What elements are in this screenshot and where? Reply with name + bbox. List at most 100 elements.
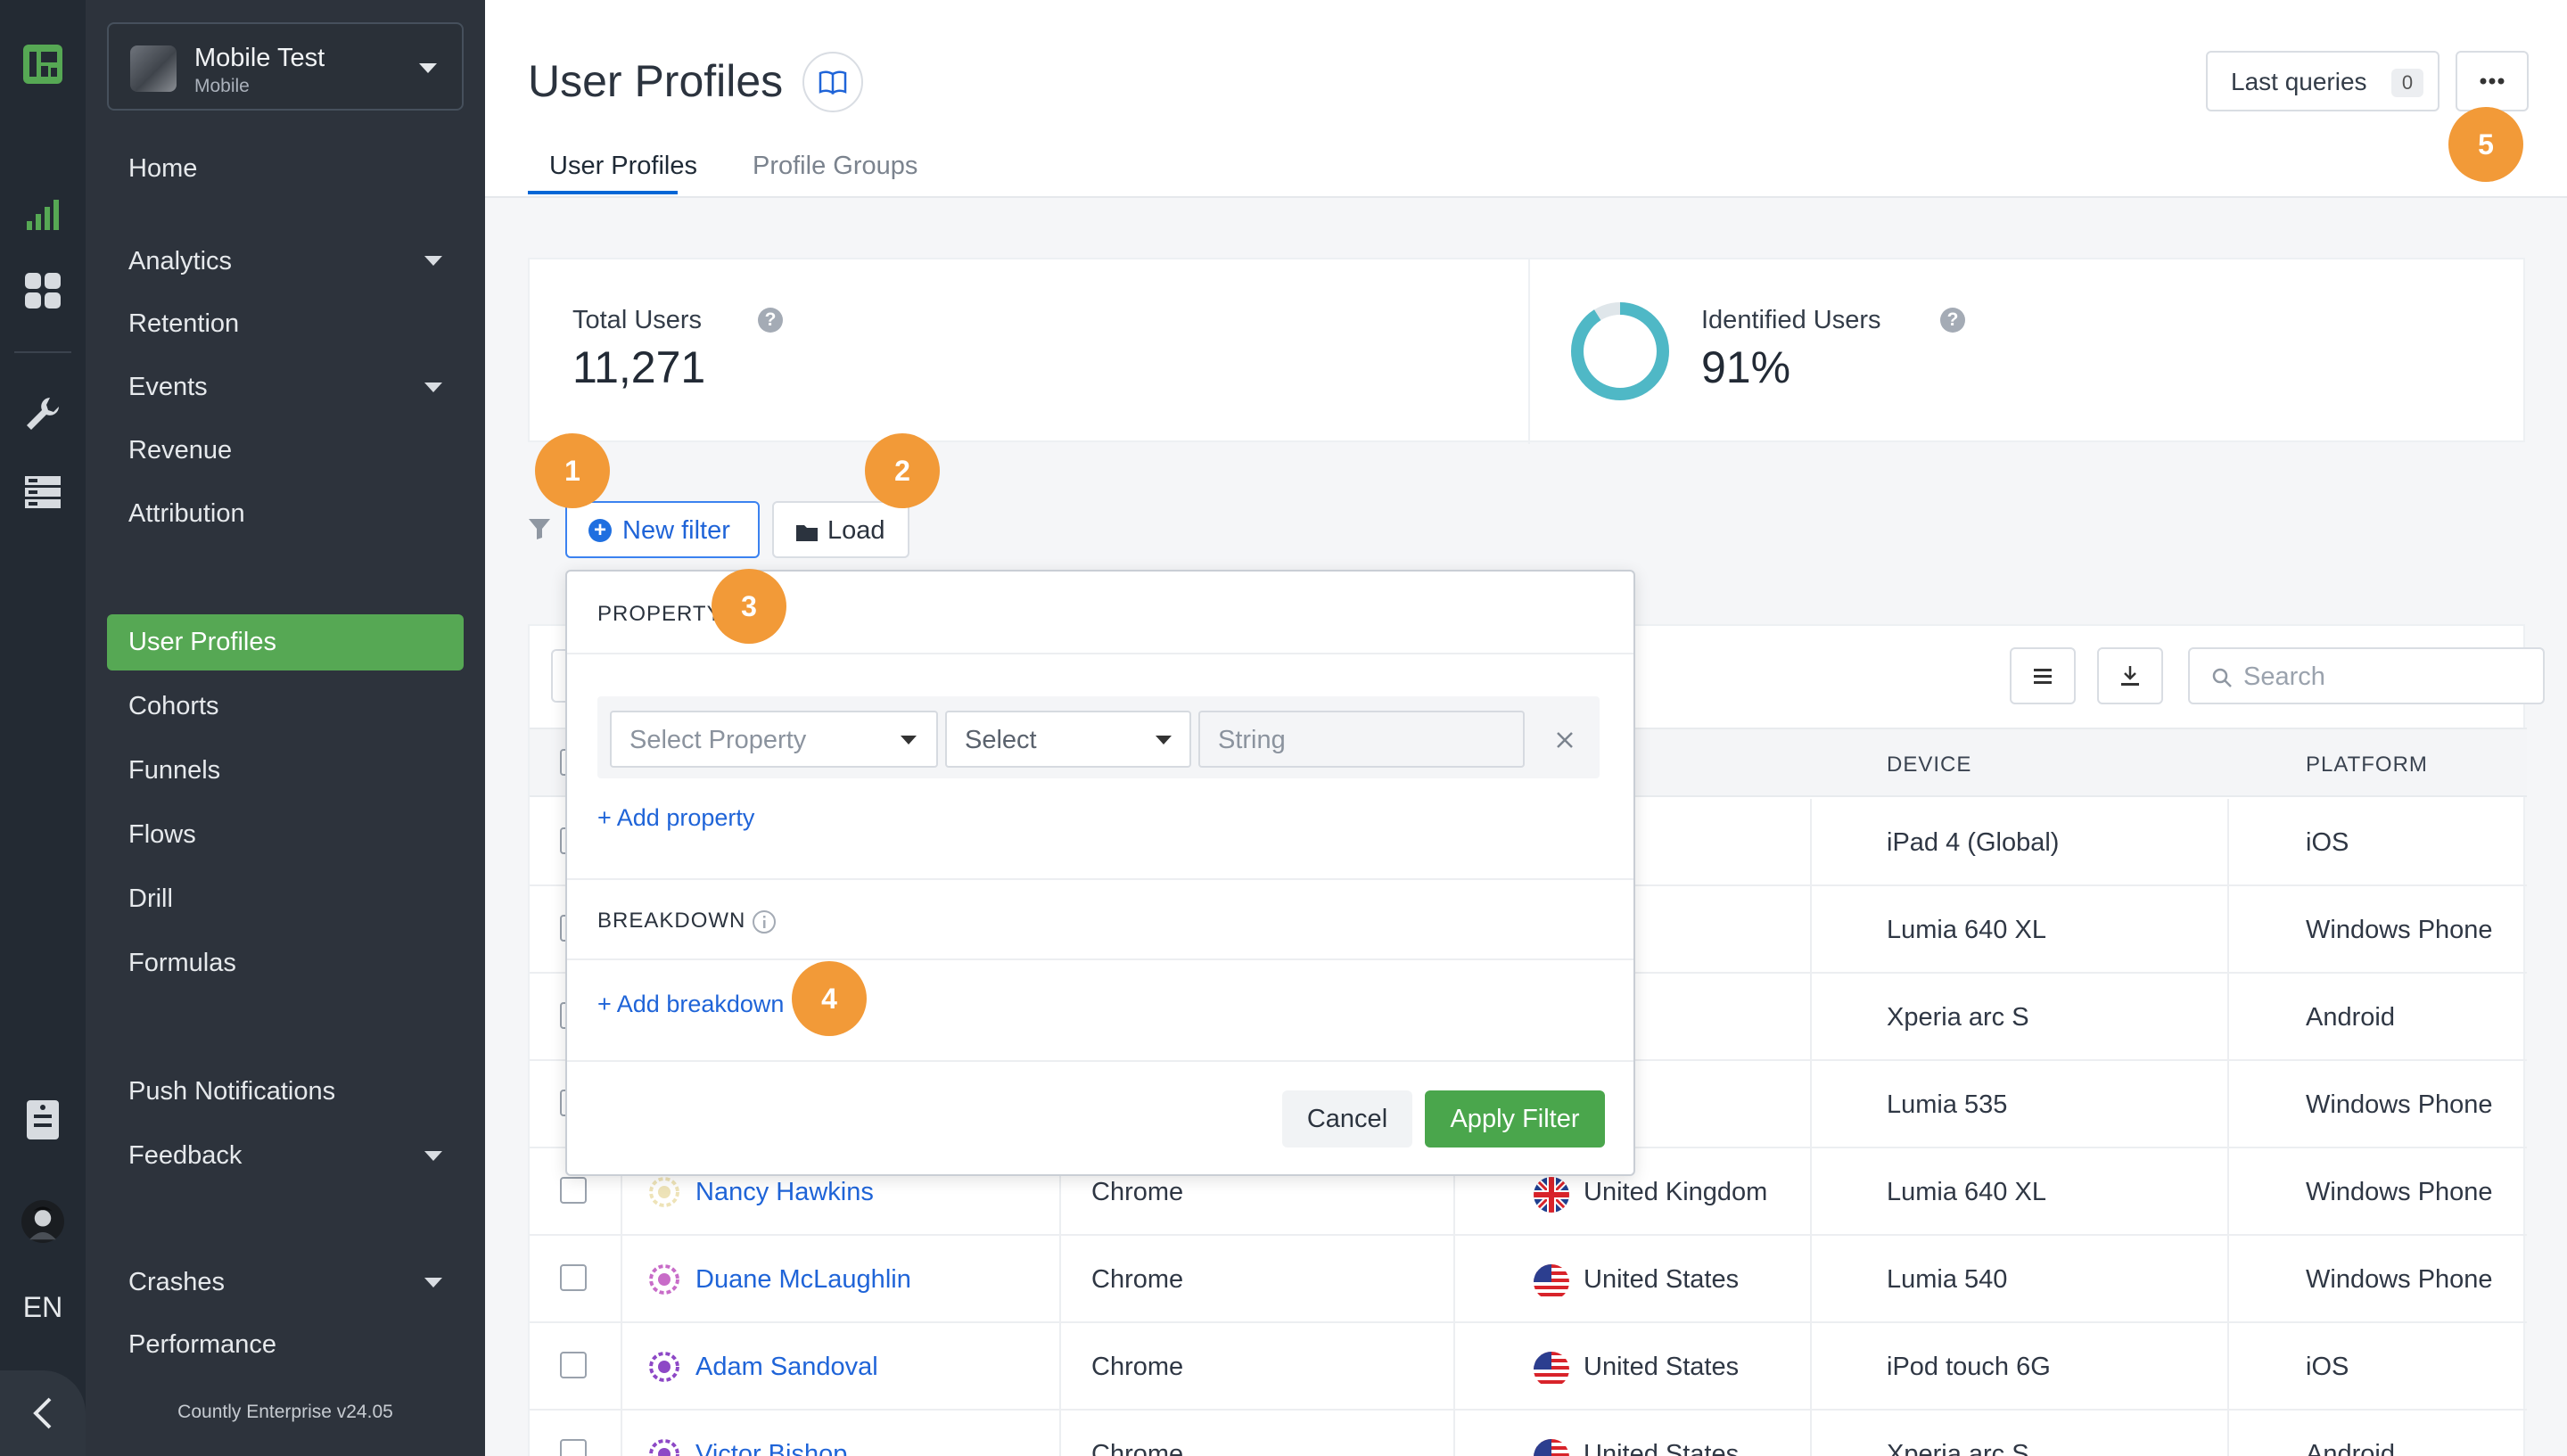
us-flag-icon	[1534, 1264, 1569, 1300]
data-manager-icon[interactable]	[21, 471, 64, 514]
column-separator	[621, 1323, 622, 1411]
countly-logo-icon[interactable]	[21, 43, 64, 86]
collapse-sidebar-button[interactable]	[0, 1370, 86, 1456]
add-property-link[interactable]: + Add property	[597, 804, 754, 832]
column-separator	[1810, 974, 1812, 1061]
info-icon[interactable]	[751, 909, 778, 935]
export-button[interactable]	[2097, 647, 2163, 704]
new-filter-button[interactable]: + New filter	[565, 501, 760, 558]
search-box[interactable]	[2188, 647, 2545, 704]
widgets-grid-icon[interactable]	[21, 269, 64, 312]
help-icon[interactable]: ?	[758, 308, 783, 333]
divider	[567, 1060, 1633, 1062]
sidebar-item-user-profiles[interactable]: User Profiles	[128, 628, 276, 657]
column-separator	[2227, 974, 2229, 1061]
sidebar-item-events[interactable]: Events	[128, 373, 208, 402]
sidebar-item-feedback[interactable]: Feedback	[128, 1141, 242, 1171]
sidebar-item-flows[interactable]: Flows	[128, 820, 196, 850]
user-name-link[interactable]: Adam Sandoval	[695, 1353, 878, 1382]
clipboard-icon[interactable]	[21, 1098, 64, 1141]
column-separator	[2227, 799, 2229, 886]
user-name-link[interactable]: Victor Bishop	[695, 1440, 847, 1456]
chevron-down-icon[interactable]	[424, 1278, 442, 1287]
sidebar-item-retention[interactable]: Retention	[128, 309, 239, 339]
stats-card: Total Users ? 11,271 Identified Users ? …	[528, 258, 2525, 444]
row-checkbox[interactable]	[560, 1352, 587, 1378]
browser-cell: Chrome	[1091, 1265, 1184, 1294]
tab-user-profiles[interactable]: User Profiles	[549, 152, 697, 181]
add-breakdown-link[interactable]: + Add breakdown	[597, 991, 784, 1018]
sidebar-item-formulas[interactable]: Formulas	[128, 949, 236, 978]
guide-button[interactable]	[802, 52, 863, 112]
column-separator	[1810, 1411, 1812, 1456]
chevron-down-icon[interactable]	[424, 1151, 442, 1161]
tab-profile-groups[interactable]: Profile Groups	[753, 152, 917, 181]
platform-cell: iOS	[2306, 1353, 2349, 1381]
total-users-value: 11,271	[572, 342, 706, 392]
chevron-down-icon[interactable]	[424, 256, 442, 266]
uk-flag-icon	[1534, 1177, 1569, 1213]
row-checkbox[interactable]	[560, 1264, 587, 1291]
value-input[interactable]: String	[1198, 711, 1525, 768]
user-avatar[interactable]	[21, 1200, 64, 1243]
browser-cell: Chrome	[1091, 1178, 1184, 1206]
chevron-down-icon	[419, 63, 437, 73]
help-icon[interactable]: ?	[1940, 308, 1965, 333]
filter-popover: PROPERTY Select Property Select String +…	[565, 570, 1635, 1176]
sidebar-item-revenue[interactable]: Revenue	[128, 436, 232, 465]
column-header-device[interactable]: DEVICE	[1887, 753, 1971, 777]
platform-cell: Android	[2306, 1440, 2395, 1456]
chevron-down-icon	[1156, 736, 1172, 744]
row-checkbox[interactable]	[560, 1439, 587, 1456]
column-menu-button[interactable]	[2010, 647, 2076, 704]
sidebar-item-performance[interactable]: Performance	[128, 1330, 276, 1360]
more-options-button[interactable]	[2456, 51, 2529, 111]
table-row[interactable]: Adam Sandoval Chrome United States iPod tou…	[530, 1323, 2527, 1411]
row-checkbox[interactable]	[560, 1177, 587, 1204]
cancel-button[interactable]: Cancel	[1282, 1090, 1412, 1148]
app-name: Mobile Test	[194, 44, 325, 72]
dashboard-chart-icon[interactable]	[21, 193, 64, 235]
chevron-down-icon[interactable]	[424, 383, 442, 392]
app-type: Mobile	[194, 76, 250, 96]
language-selector[interactable]: EN	[0, 1291, 86, 1324]
table-row[interactable]: Victor Bishop Chrome United States Xperia a…	[530, 1411, 2527, 1456]
sidebar-item-cohorts[interactable]: Cohorts	[128, 692, 219, 721]
chevron-down-icon	[901, 736, 917, 744]
ellipsis-icon	[2480, 78, 2505, 85]
search-input[interactable]	[2243, 662, 2529, 692]
step-marker-5: 5	[2448, 107, 2523, 182]
column-header-platform[interactable]: PLATFORM	[2306, 753, 2428, 777]
divider	[567, 878, 1633, 880]
folder-icon	[796, 525, 818, 541]
sidebar-item-drill[interactable]: Drill	[128, 884, 173, 914]
sidebar-item-home[interactable]: Home	[128, 154, 197, 184]
sidebar-item-analytics[interactable]: Analytics	[128, 247, 232, 276]
app-selector[interactable]: Mobile Test Mobile	[107, 22, 464, 111]
sidebar: Mobile Test Mobile Home Analytics Retent…	[86, 0, 485, 1456]
active-tab-indicator	[528, 191, 678, 194]
wrench-icon[interactable]	[21, 392, 64, 435]
column-separator	[1810, 799, 1812, 886]
rail-divider	[14, 351, 71, 353]
operator-dropdown[interactable]: Select	[945, 711, 1191, 768]
close-icon[interactable]	[1555, 730, 1575, 750]
sidebar-item-crashes[interactable]: Crashes	[128, 1268, 225, 1297]
apply-filter-button[interactable]: Apply Filter	[1425, 1090, 1605, 1148]
platform-cell: Android	[2306, 1003, 2395, 1032]
identified-users-label: Identified Users	[1701, 306, 1881, 334]
last-queries-button[interactable]: Last queries 0	[2206, 51, 2439, 111]
load-button[interactable]: Load	[772, 501, 909, 558]
user-name-link[interactable]: Nancy Hawkins	[695, 1178, 874, 1207]
sidebar-item-push-notifications[interactable]: Push Notifications	[128, 1077, 335, 1106]
sidebar-item-funnels[interactable]: Funnels	[128, 756, 220, 786]
column-separator	[2227, 886, 2229, 974]
column-separator	[1453, 1411, 1455, 1456]
sidebar-item-attribution[interactable]: Attribution	[128, 499, 245, 529]
table-row[interactable]: Duane McLaughlin Chrome United States Lumia…	[530, 1236, 2527, 1323]
page-title: User Profiles	[528, 56, 784, 106]
select-property-dropdown[interactable]: Select Property	[610, 711, 938, 768]
divider	[567, 653, 1633, 654]
column-separator	[1453, 1236, 1455, 1323]
user-name-link[interactable]: Duane McLaughlin	[695, 1265, 911, 1295]
